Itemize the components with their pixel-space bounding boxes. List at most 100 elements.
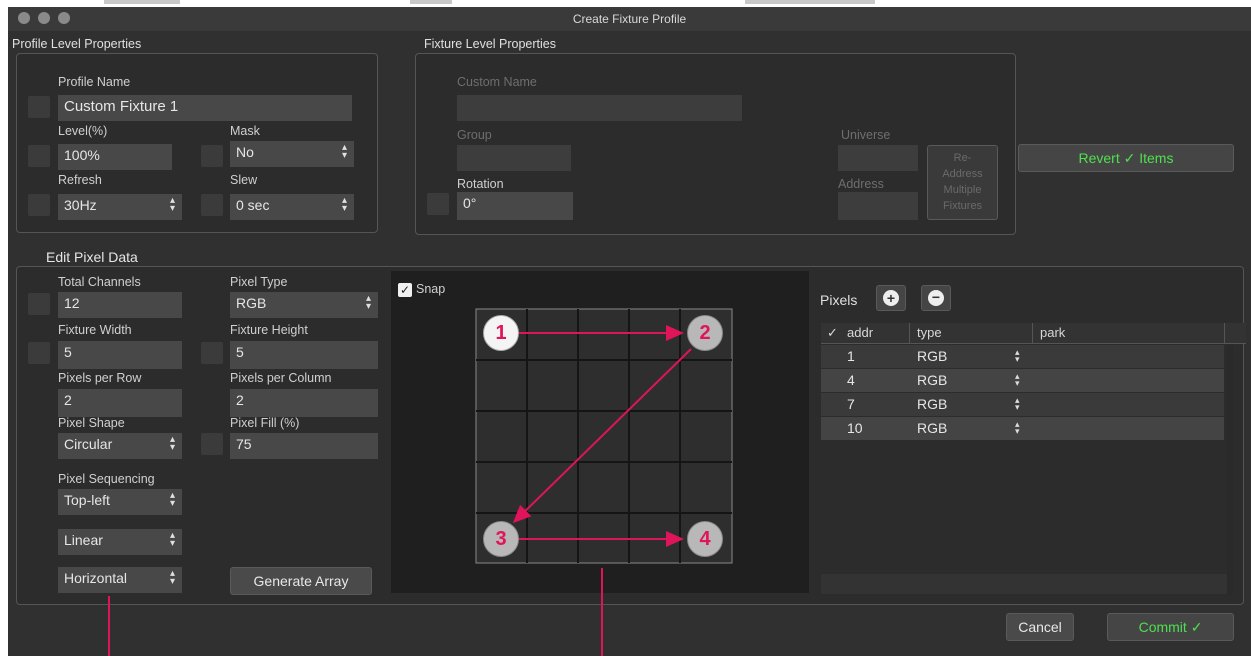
sequencing-direction-value: Horizontal: [64, 570, 128, 586]
row-addr: 1: [847, 348, 855, 364]
background-fragment: [410, 0, 452, 4]
fixture-group: Custom Name Group Rotation 0° Universe A…: [415, 53, 1016, 235]
stepper-arrows-icon: ▴ ▾: [169, 490, 175, 509]
commit-button[interactable]: Commit ✓: [1107, 613, 1234, 641]
slew-select[interactable]: 0 sec ▴ ▾: [230, 194, 354, 220]
background-fragment: [104, 0, 180, 4]
stepper-arrows-icon[interactable]: ▴ ▾: [1015, 420, 1020, 436]
rotation-field[interactable]: 0°: [457, 192, 573, 220]
table-row[interactable]: 7 RGB ▴ ▾: [821, 393, 1224, 416]
pixel-canvas[interactable]: ✓ Snap 1 2 3 4: [391, 271, 809, 593]
row-type[interactable]: RGB: [917, 396, 947, 412]
row-type[interactable]: RGB: [917, 348, 947, 364]
stepper-arrows-icon[interactable]: ▴ ▾: [1015, 372, 1020, 388]
refresh-checkbox[interactable]: [28, 194, 50, 216]
create-fixture-profile-window: Create Fixture Profile Profile Level Pro…: [8, 7, 1251, 656]
table-horizontal-scrollbar[interactable]: [821, 574, 1227, 594]
rotation-checkbox[interactable]: [427, 193, 449, 215]
pixel-sequencing-label: Pixel Sequencing: [58, 472, 155, 486]
pixel-shape-label: Pixel Shape: [58, 416, 125, 430]
stepper-arrows-icon[interactable]: ▴ ▾: [1015, 348, 1020, 364]
column-header-type[interactable]: type: [917, 325, 942, 340]
row-addr: 7: [847, 396, 855, 412]
pixel-fill-field[interactable]: 75: [230, 433, 378, 459]
level-checkbox[interactable]: [28, 145, 50, 167]
address-field[interactable]: [838, 192, 918, 220]
profile-section-title: Profile Level Properties: [12, 37, 142, 51]
plus-circle-icon: +: [883, 290, 899, 306]
fixture-height-checkbox[interactable]: [201, 342, 223, 364]
add-pixel-button[interactable]: +: [876, 285, 906, 311]
table-row[interactable]: 1 RGB ▴ ▾: [821, 345, 1224, 368]
minus-circle-icon: −: [928, 290, 944, 306]
fixture-width-checkbox[interactable]: [28, 342, 50, 364]
pixels-per-row-field[interactable]: 2: [58, 389, 182, 417]
universe-field[interactable]: [838, 145, 918, 171]
stepper-arrows-icon[interactable]: ▴ ▾: [1015, 396, 1020, 412]
profile-name-checkbox[interactable]: [28, 96, 50, 118]
pixels-table-header: ✓ addr type park: [821, 323, 1246, 344]
column-header-park[interactable]: park: [1040, 325, 1065, 340]
pixel-type-select-value: RGB: [236, 295, 267, 311]
pixel-type-label: Pixel Type: [230, 275, 288, 289]
table-vertical-scrollbar[interactable]: [1227, 345, 1233, 595]
table-row[interactable]: 10 RGB ▴ ▾: [821, 417, 1224, 440]
sequencing-mode-value: Linear: [64, 532, 103, 548]
pixels-per-column-field[interactable]: 2: [230, 389, 378, 417]
row-addr: 10: [847, 420, 863, 436]
column-header-check[interactable]: ✓: [827, 325, 838, 341]
revert-items-button[interactable]: Revert ✓ Items: [1018, 144, 1234, 172]
fixture-section-title: Fixture Level Properties: [424, 37, 557, 51]
level-field[interactable]: 100%: [58, 144, 172, 170]
edit-pixel-data-title: Edit Pixel Data: [46, 249, 138, 265]
slew-checkbox[interactable]: [201, 194, 223, 216]
custom-name-field[interactable]: [457, 95, 742, 121]
callout-line: [108, 596, 110, 656]
pixel-marker-3[interactable]: 3: [483, 521, 519, 557]
window-title: Create Fixture Profile: [572, 12, 687, 26]
pixel-grid: [475, 308, 733, 564]
total-channels-field[interactable]: 12: [58, 292, 182, 318]
table-row[interactable]: 4 RGB ▴ ▾: [821, 369, 1224, 392]
fixture-width-label: Fixture Width: [58, 323, 132, 337]
slew-select-value: 0 sec: [236, 197, 270, 213]
mask-select-value: No: [236, 144, 254, 160]
remove-pixel-button[interactable]: −: [921, 285, 951, 311]
refresh-select[interactable]: 30Hz ▴ ▾: [58, 194, 182, 220]
sequencing-mode-select[interactable]: Linear ▴ ▾: [58, 529, 182, 555]
pixel-marker-2[interactable]: 2: [687, 315, 723, 351]
custom-name-label: Custom Name: [457, 75, 537, 89]
fixture-height-field[interactable]: 5: [230, 341, 378, 369]
profile-group: Profile Name Custom Fixture 1 Level(%) 1…: [16, 53, 378, 233]
stepper-arrows-icon: ▴ ▾: [169, 195, 175, 214]
generate-array-button[interactable]: Generate Array: [230, 567, 372, 595]
cancel-button[interactable]: Cancel: [1006, 613, 1074, 641]
group-field[interactable]: [457, 145, 571, 171]
column-header-addr[interactable]: addr: [847, 325, 873, 340]
mask-label: Mask: [230, 124, 260, 138]
pixel-marker-1[interactable]: 1: [483, 315, 519, 351]
background-fragment: [745, 0, 875, 4]
stepper-arrows-icon: ▴ ▾: [341, 195, 347, 214]
fixture-height-label: Fixture Height: [230, 323, 308, 337]
pixel-shape-select-value: Circular: [64, 436, 113, 452]
readdress-multiple-fixtures-button[interactable]: Re- Address Multiple Fixtures: [927, 145, 998, 220]
pixel-type-select[interactable]: RGB ▴ ▾: [230, 292, 378, 318]
mask-select[interactable]: No ▴ ▾: [230, 141, 354, 167]
fixture-width-field[interactable]: 5: [58, 341, 182, 369]
mask-checkbox[interactable]: [201, 145, 223, 167]
row-type[interactable]: RGB: [917, 372, 947, 388]
sequencing-direction-select[interactable]: Horizontal ▴ ▾: [58, 567, 182, 593]
pixel-marker-4[interactable]: 4: [687, 521, 723, 557]
profile-name-field[interactable]: Custom Fixture 1: [58, 95, 352, 121]
stepper-arrows-icon: ▴ ▾: [169, 530, 175, 549]
total-channels-checkbox[interactable]: [28, 293, 50, 315]
refresh-select-value: 30Hz: [64, 197, 97, 213]
pixel-shape-select[interactable]: Circular ▴ ▾: [58, 433, 182, 459]
profile-name-label: Profile Name: [58, 75, 131, 89]
slew-label: Slew: [230, 173, 258, 187]
sequencing-start-select[interactable]: Top-left ▴ ▾: [58, 489, 182, 515]
pixel-fill-checkbox[interactable]: [201, 433, 223, 455]
callout-line: [601, 568, 603, 656]
row-type[interactable]: RGB: [917, 420, 947, 436]
